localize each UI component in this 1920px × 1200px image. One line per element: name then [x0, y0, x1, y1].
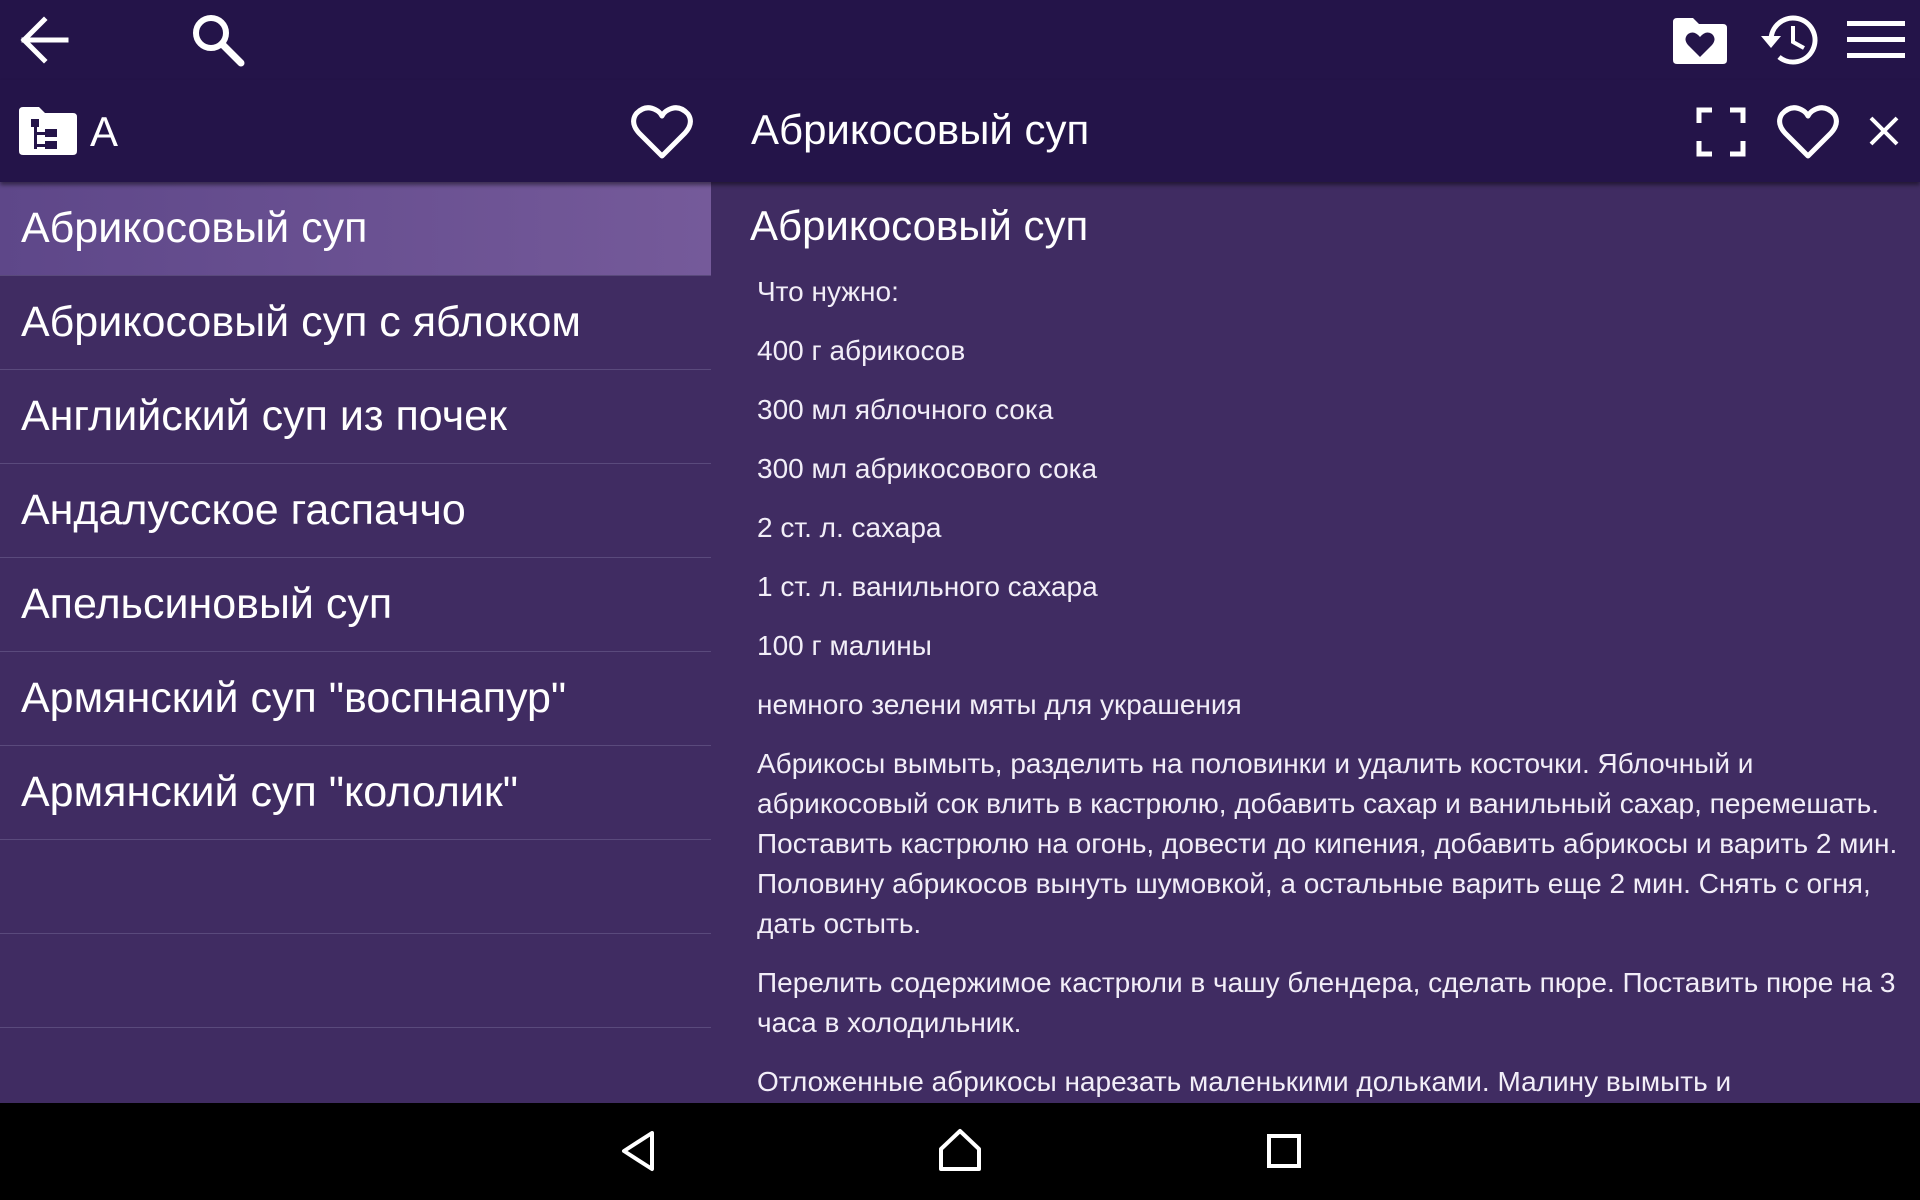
list-favorite-button[interactable]	[628, 100, 696, 164]
list-item[interactable]: Армянский суп "воспнапур"	[0, 652, 711, 746]
article-paragraph: Отложенные абрикосы нарезать маленькими …	[757, 1066, 1732, 1097]
ingredient-line: 400 г абрикосов	[757, 335, 966, 366]
article-paragraph: Перелить содержимое кастрюли в чашу блен…	[757, 967, 1896, 1038]
list-item-label: Абрикосовый суп с яблоком	[21, 298, 581, 346]
history-icon	[1761, 15, 1818, 65]
nav-home-button[interactable]	[932, 1121, 988, 1179]
arrow-left-icon	[20, 16, 69, 64]
article-heading: Абрикосовый суп	[750, 202, 1089, 249]
list-item[interactable]: Андалусское гаспаччо	[0, 464, 711, 558]
article-body: Абрикосовый суп Что нужно: 400 г абрикос…	[711, 182, 1920, 1102]
fullscreen-button[interactable]	[1692, 102, 1750, 162]
category-letter: А	[90, 108, 119, 155]
menu-button[interactable]	[1844, 12, 1908, 68]
empty-list-row	[0, 840, 711, 934]
list-item[interactable]: Армянский суп "кололик"	[0, 746, 711, 840]
folder-heart-icon	[1673, 18, 1727, 64]
close-icon	[1869, 116, 1899, 146]
nav-recents-square-icon	[1267, 1134, 1301, 1168]
nav-back-triangle-icon	[622, 1131, 654, 1171]
folder-tree-icon	[19, 107, 77, 155]
ingredient-line: 300 мл яблочного сока	[757, 394, 1054, 425]
list-item-label: Апельсиновый суп	[21, 580, 393, 628]
app-window: А Абрикосовый суп Абрикосовый суп Абрико…	[0, 0, 1920, 1200]
article-favorite-button[interactable]	[1774, 100, 1842, 164]
empty-list-row	[0, 934, 711, 1028]
article-title: Абрикосовый суп	[751, 106, 1090, 153]
list-item[interactable]: Английский суп из почек	[0, 370, 711, 464]
list-item-label: Андалусское гаспаччо	[21, 486, 466, 534]
category-button[interactable]	[16, 104, 80, 158]
sub-toolbar: А Абрикосовый суп	[0, 80, 1920, 182]
recipe-list: Абрикосовый суп Абрикосовый суп с яблоко…	[0, 182, 711, 1103]
search-icon	[193, 15, 245, 67]
close-button[interactable]	[1864, 108, 1904, 154]
back-button[interactable]	[14, 10, 74, 70]
system-navigation-bar	[0, 1103, 1920, 1200]
history-button[interactable]	[1754, 8, 1822, 72]
article-paragraph: Что нужно:	[757, 276, 899, 307]
list-item[interactable]: Абрикосовый суп	[0, 182, 711, 276]
search-button[interactable]	[186, 8, 250, 72]
nav-home-icon	[939, 1129, 981, 1171]
fullscreen-icon	[1696, 107, 1746, 157]
list-item[interactable]: Апельсиновый суп	[0, 558, 711, 652]
ingredient-line: немного зелени мяты для украшения	[757, 689, 1242, 720]
article-paragraph: Абрикосы вымыть, разделить на половинки …	[757, 748, 1898, 939]
article-pane[interactable]: Абрикосовый суп Что нужно: 400 г абрикос…	[711, 182, 1920, 1103]
list-item[interactable]: Абрикосовый суп с яблоком	[0, 276, 711, 370]
list-item-label: Армянский суп "кололик"	[21, 768, 518, 816]
nav-recents-button[interactable]	[1256, 1123, 1312, 1179]
ingredient-line: 1 ст. л. ванильного сахара	[757, 571, 1098, 602]
list-item-label: Английский суп из почек	[21, 392, 507, 440]
heart-outline-icon	[1777, 105, 1839, 159]
list-item-label: Абрикосовый суп	[21, 204, 368, 252]
favorites-folder-button[interactable]	[1668, 12, 1732, 68]
ingredient-line: 2 ст. л. сахара	[757, 512, 942, 543]
ingredient-line: 300 мл абрикосового сока	[757, 453, 1098, 484]
ingredient-line: 100 г малины	[757, 630, 932, 661]
heart-outline-icon	[631, 105, 693, 159]
hamburger-menu-icon	[1847, 21, 1905, 58]
nav-back-button[interactable]	[610, 1123, 666, 1179]
top-toolbar	[0, 0, 1920, 80]
list-item-label: Армянский суп "воспнапур"	[21, 674, 567, 722]
